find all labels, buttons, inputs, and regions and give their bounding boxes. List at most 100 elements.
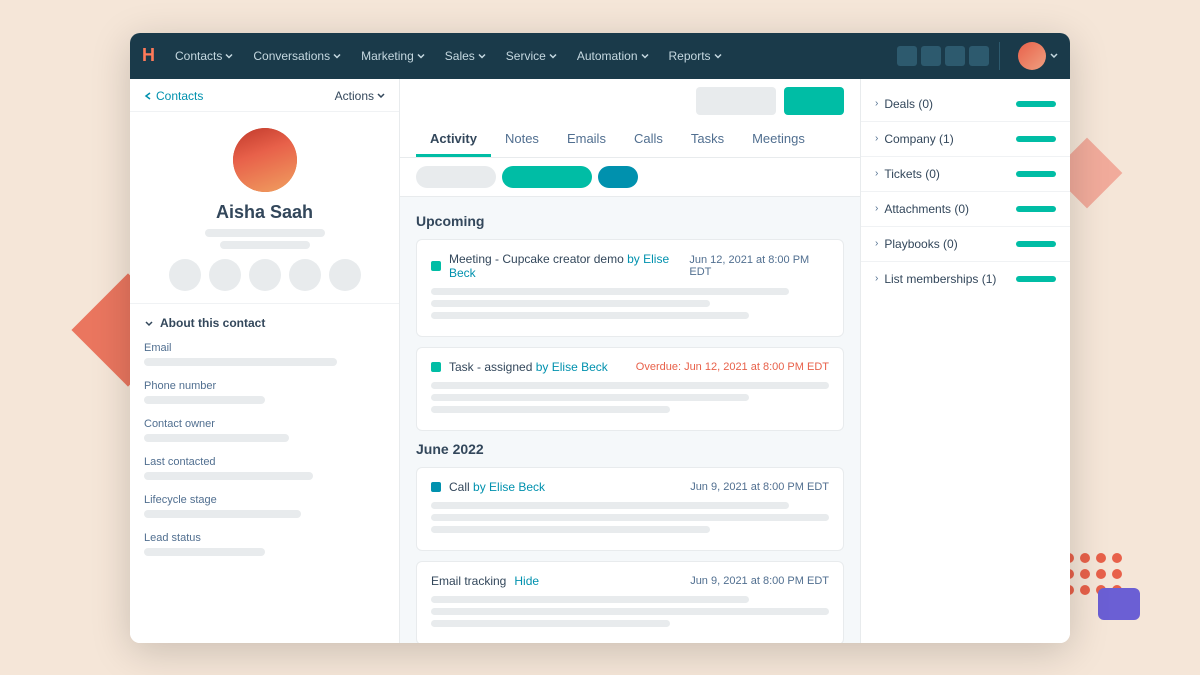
right-panel-list-memberships[interactable]: › List memberships (1) [861,262,1070,296]
actions-button[interactable]: Actions [335,89,385,103]
right-panel-company-label: Company (1) [884,132,953,146]
profile-avatar [233,128,297,192]
right-panel-tickets-label: Tickets (0) [884,167,940,181]
profile-action-email[interactable] [169,259,201,291]
tab-notes[interactable]: Notes [491,123,553,157]
about-section: About this contact Email Phone number Co… [130,304,399,582]
right-panel-tickets[interactable]: › Tickets (0) [861,157,1070,192]
activity-dot-task [431,362,441,372]
activity-feed: Upcoming Meeting - Cupcake creator demo … [400,197,860,643]
field-phone: Phone number [144,380,385,404]
right-panel-playbooks-label: Playbooks (0) [884,237,957,251]
right-panel-company[interactable]: › Company (1) [861,122,1070,157]
tab-meetings[interactable]: Meetings [738,123,819,157]
field-last-contacted-label: Last contacted [144,456,385,468]
field-lead-status: Lead status [144,532,385,556]
field-email-label: Email [144,342,385,354]
header-btn-2[interactable] [784,87,844,115]
tab-calls[interactable]: Calls [620,123,677,157]
profile-actions [144,259,385,291]
profile-name: Aisha Saah [144,202,385,223]
hubspot-logo: H [142,45,155,66]
nav-marketing[interactable]: Marketing [353,45,433,67]
main-header: Activity Notes Emails Calls Tasks Meetin… [400,79,860,158]
deco-rect [1098,588,1140,620]
browser-window: H Contacts Conversations Marketing Sales… [130,33,1070,643]
activity-dot-meeting [431,261,441,271]
tab-emails[interactable]: Emails [553,123,620,157]
profile-action-call[interactable] [209,259,241,291]
user-avatar[interactable] [1018,42,1046,70]
activity-call-date: Jun 9, 2021 at 8:00 PM EDT [690,481,829,493]
nav-service[interactable]: Service [498,45,565,67]
filter-pill-3[interactable] [598,166,638,188]
avatar-chevron [1050,53,1058,58]
right-panel-attachments-action[interactable] [1016,206,1056,212]
section-title-june: June 2022 [416,441,844,457]
activity-meeting-title: Meeting - Cupcake creator demo by Elise … [449,252,689,280]
profile-action-meeting[interactable] [289,259,321,291]
activity-call-title: Call by Elise Beck [449,480,545,494]
activity-dot-call [431,482,441,492]
right-panel-attachments-label: Attachments (0) [884,202,969,216]
tab-activity[interactable]: Activity [416,123,491,157]
activity-card-meeting: Meeting - Cupcake creator demo by Elise … [416,239,844,337]
nav-reports[interactable]: Reports [661,45,730,67]
profile-subtitle-1 [205,229,325,237]
right-panel-deals-action[interactable] [1016,101,1056,107]
top-nav: H Contacts Conversations Marketing Sales… [130,33,1070,79]
activity-task-title: Task - assigned by Elise Beck [449,360,608,374]
filter-pill-2[interactable] [502,166,592,188]
activity-email-tracking-date: Jun 9, 2021 at 8:00 PM EDT [690,575,829,587]
right-panel-playbooks[interactable]: › Playbooks (0) [861,227,1070,262]
field-owner-label: Contact owner [144,418,385,430]
profile-action-task[interactable] [249,259,281,291]
activity-card-task: Task - assigned by Elise Beck Overdue: J… [416,347,844,431]
nav-conversations[interactable]: Conversations [245,45,349,67]
nav-sales[interactable]: Sales [437,45,494,67]
field-lead-status-label: Lead status [144,532,385,544]
tab-tasks[interactable]: Tasks [677,123,738,157]
activity-meeting-date: Jun 12, 2021 at 8:00 PM EDT [689,254,829,278]
profile-action-more[interactable] [329,259,361,291]
nav-icon-4[interactable] [969,46,989,66]
field-phone-label: Phone number [144,380,385,392]
about-toggle[interactable]: About this contact [144,316,385,330]
right-panel-list-memberships-action[interactable] [1016,276,1056,282]
activity-call-by[interactable]: by Elise Beck [473,480,545,494]
field-lifecycle-label: Lifecycle stage [144,494,385,506]
field-last-contacted: Last contacted [144,456,385,480]
field-owner: Contact owner [144,418,385,442]
filter-bar [400,158,860,197]
nav-contacts[interactable]: Contacts [167,45,241,67]
right-panel-tickets-action[interactable] [1016,171,1056,177]
right-panel-attachments[interactable]: › Attachments (0) [861,192,1070,227]
section-title-upcoming: Upcoming [416,213,844,229]
filter-pill-1[interactable] [416,166,496,188]
right-panel-playbooks-action[interactable] [1016,241,1056,247]
left-sidebar: Contacts Actions Aisha Saah [130,79,400,643]
nav-icons [897,46,989,66]
profile-section: Aisha Saah [130,112,399,304]
right-panel-list-memberships-label: List memberships (1) [884,272,996,286]
right-panel: › Deals (0) › Company (1) › Tickets (0) [860,79,1070,643]
header-btn-1[interactable] [696,87,776,115]
activity-email-tracking-title: Email tracking [431,574,506,588]
main-content: Activity Notes Emails Calls Tasks Meetin… [400,79,860,643]
right-panel-deals[interactable]: › Deals (0) [861,87,1070,122]
activity-task-date: Overdue: Jun 12, 2021 at 8:00 PM EDT [636,361,829,373]
profile-subtitle-2 [220,241,310,249]
activity-task-by[interactable]: by Elise Beck [536,360,608,374]
activity-card-email-tracking: Email tracking Hide Jun 9, 2021 at 8:00 … [416,561,844,643]
activity-card-call: Call by Elise Beck Jun 9, 2021 at 8:00 P… [416,467,844,551]
tabs: Activity Notes Emails Calls Tasks Meetin… [416,123,844,157]
nav-automation[interactable]: Automation [569,45,657,67]
right-panel-deals-label: Deals (0) [884,97,933,111]
nav-icon-2[interactable] [921,46,941,66]
nav-icon-3[interactable] [945,46,965,66]
field-email: Email [144,342,385,366]
breadcrumb[interactable]: Contacts [144,89,203,103]
nav-icon-1[interactable] [897,46,917,66]
email-tracking-hide-button[interactable]: Hide [514,574,539,588]
right-panel-company-action[interactable] [1016,136,1056,142]
